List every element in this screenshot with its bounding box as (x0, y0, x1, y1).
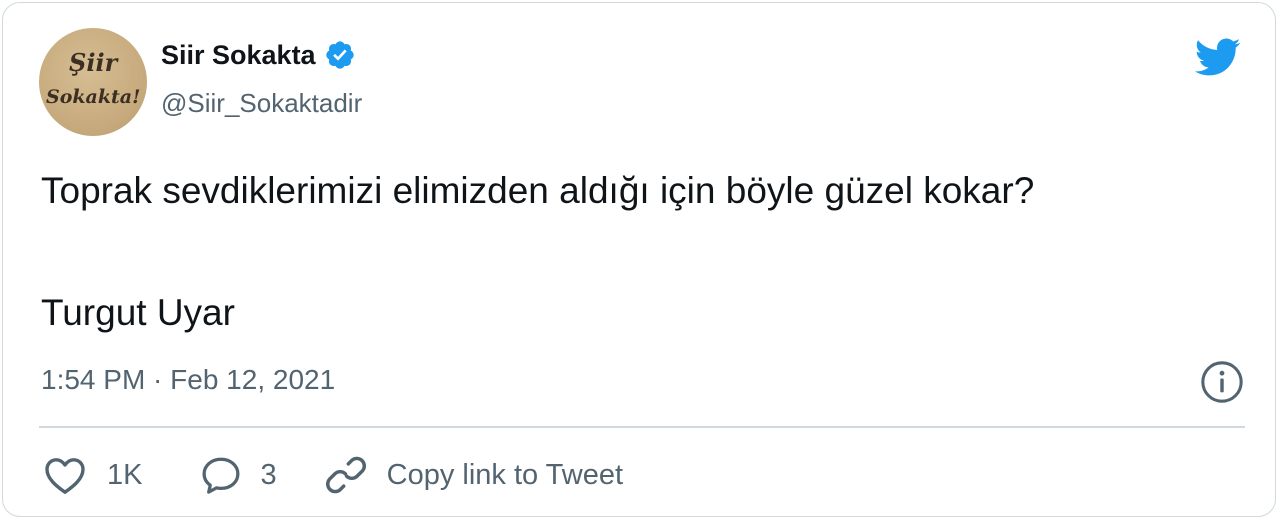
heart-icon (45, 458, 85, 494)
reply-button[interactable]: 3 (198, 452, 277, 498)
tweet-text-line2: Turgut Uyar (41, 292, 235, 333)
tweet-card: Şiir Sokakta! Siir Sokakta @Siir_Sokakta… (2, 2, 1276, 517)
tweet-text: Toprak sevdiklerimizi elimizden aldığı i… (41, 168, 1241, 336)
tweet-text-line1: Toprak sevdiklerimizi elimizden aldığı i… (41, 170, 1035, 211)
verified-badge-icon (325, 41, 354, 69)
reply-count: 3 (260, 459, 277, 491)
author-name-row: Siir Sokakta (161, 39, 356, 71)
tweet-timestamp[interactable]: 1:54 PM · Feb 12, 2021 (41, 363, 335, 397)
like-button[interactable]: 1K (41, 451, 142, 499)
reply-bubble-icon (202, 457, 240, 494)
avatar-text-line2: Sokakta! (46, 86, 141, 108)
divider (39, 426, 1245, 428)
tweet-text-spacer (41, 214, 1241, 290)
copy-link-button[interactable]: Copy link to Tweet (323, 452, 623, 498)
twitter-bird-icon[interactable] (1188, 33, 1246, 81)
info-icon[interactable] (1199, 359, 1245, 405)
link-icon (325, 456, 366, 494)
author-handle[interactable]: @Siir_Sokaktadir (161, 87, 362, 119)
like-count: 1K (107, 459, 143, 491)
avatar-text-line1: Şiir (69, 48, 118, 77)
copy-link-label: Copy link to Tweet (386, 459, 624, 491)
avatar[interactable]: Şiir Sokakta! (39, 28, 147, 136)
action-bar: 1K 3 Copy link to Tweet (41, 450, 623, 500)
author-name[interactable]: Siir Sokakta (161, 39, 316, 71)
